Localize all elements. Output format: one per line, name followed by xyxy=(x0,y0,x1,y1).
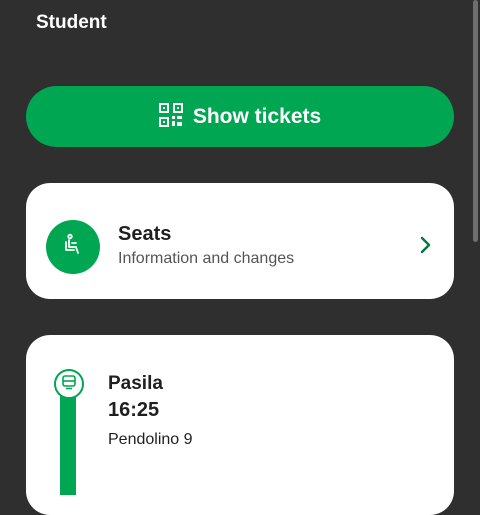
seats-card[interactable]: Seats Information and changes xyxy=(26,183,454,299)
journey-card[interactable]: Pasila 16:25 Pendolino 9 xyxy=(26,335,454,515)
seat-icon-circle xyxy=(46,220,100,274)
train-name: Pendolino 9 xyxy=(108,431,193,448)
train-icon xyxy=(61,374,77,394)
scrollbar[interactable] xyxy=(473,0,478,242)
departure-time: 16:25 xyxy=(108,399,160,421)
seats-title: Seats xyxy=(118,223,172,245)
seat-icon xyxy=(61,233,85,261)
seats-subtitle: Information and changes xyxy=(118,250,295,267)
chevron-right-icon xyxy=(420,236,432,258)
show-tickets-label: Show tickets xyxy=(192,104,322,128)
page-title: Student xyxy=(36,12,107,33)
stop-name: Pasila xyxy=(108,373,163,394)
train-icon-badge xyxy=(54,369,84,399)
qr-code-icon xyxy=(158,102,183,131)
show-tickets-button[interactable]: Show tickets xyxy=(26,86,454,147)
